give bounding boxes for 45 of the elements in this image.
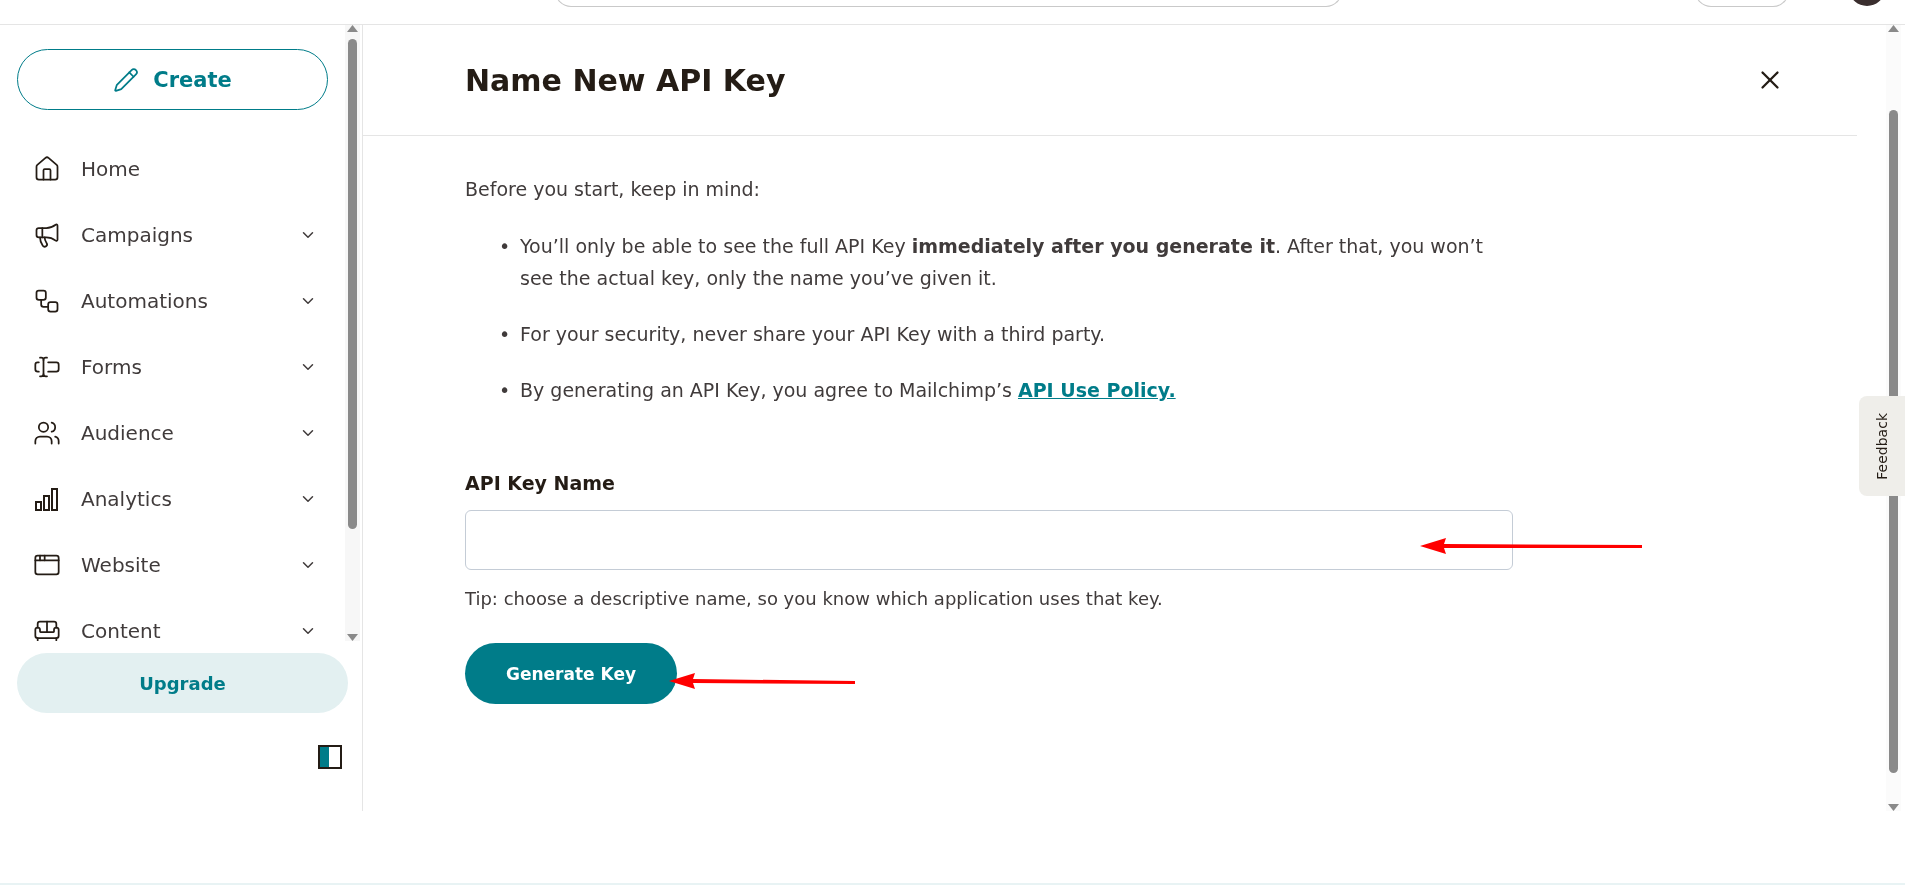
scroll-up-arrow-icon[interactable]	[1888, 25, 1899, 32]
pencil-icon	[113, 66, 140, 93]
modal-title: Name New API Key	[465, 62, 786, 98]
nav-label: Content	[81, 619, 162, 641]
nav-label: Analytics	[81, 487, 173, 511]
bullet-text: By generating an API Key, you agree to Mailchimp’s API Use Policy.	[520, 378, 1177, 403]
intro-text: Before you start, keep in mind:	[465, 177, 761, 202]
nav-label: Audience	[81, 421, 175, 445]
nav-label: Campaigns	[81, 223, 194, 247]
nav-label: Forms	[81, 355, 143, 379]
bullet-text: You’ll only be able to see the full API Key immediately after you generate it. After that, you won’t see the actual key, only the name you’ve given it.	[520, 234, 1485, 291]
field-label: API Key Name	[465, 472, 616, 494]
nav-item[interactable]: Content	[17, 598, 345, 641]
policy-link[interactable]: API Use Policy.	[1017, 379, 1176, 401]
nav-item[interactable]: Website	[17, 532, 345, 598]
nav-icon	[33, 287, 61, 315]
bullet-text: For your security, never share your API Key with a third party.	[520, 322, 1106, 347]
nav-item[interactable]: Campaigns	[17, 202, 345, 268]
generate-key-button[interactable]: Generate Key	[465, 643, 677, 704]
tip-text: Tip: choose a descriptive name, so you know which application uses that key.	[465, 588, 1164, 609]
nav-icon	[33, 419, 61, 447]
nav-label: Home	[81, 157, 142, 181]
upgrade-button[interactable]: Upgrade	[17, 653, 348, 713]
scrollbar[interactable]	[345, 25, 360, 641]
bar-chart-icon	[33, 485, 61, 513]
nav-icon	[33, 221, 61, 249]
bullet-marker: •	[499, 378, 512, 403]
nav-item[interactable]: Audience	[17, 400, 345, 466]
scroll-up-arrow-icon[interactable]	[347, 25, 358, 32]
scrollbar-thumb[interactable]	[348, 39, 357, 529]
panel-toggle-icon[interactable]	[318, 745, 342, 769]
bullet-marker: •	[499, 322, 512, 347]
nav-item[interactable]: Forms	[17, 334, 345, 400]
api-key-name-field[interactable]	[465, 510, 1513, 570]
nav-item[interactable]: Analytics	[17, 466, 345, 532]
bullet-marker: •	[499, 234, 512, 259]
scroll-down-arrow-icon[interactable]	[347, 634, 358, 641]
nav-label: Website	[81, 553, 162, 577]
nav-label: Automations	[81, 289, 209, 313]
nav-item[interactable]: Home	[17, 136, 345, 202]
feedback-tab[interactable]: Feedback	[1859, 396, 1905, 496]
nav-icon	[33, 155, 61, 183]
nav-item[interactable]: Automations	[17, 268, 345, 334]
scroll-down-arrow-icon[interactable]	[1888, 804, 1899, 811]
create-button[interactable]: Create	[17, 49, 328, 110]
